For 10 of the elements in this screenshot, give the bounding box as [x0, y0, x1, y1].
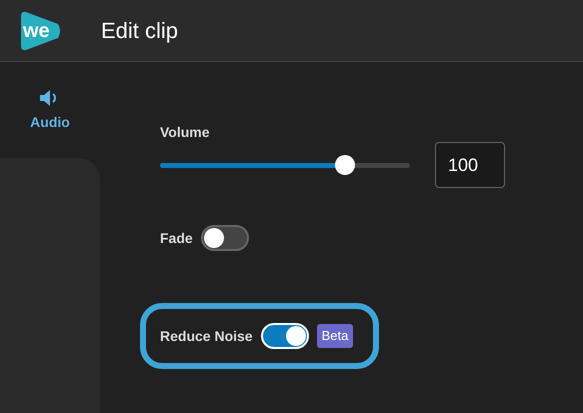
logo: we [20, 10, 62, 52]
toggle-label: Reduce Noise [160, 326, 253, 346]
volume-label: Volume [160, 123, 211, 142]
sidebar-tab[interactable]: Audio [0, 88, 100, 133]
volume-input[interactable]: 100 [435, 142, 505, 188]
beta-badge: Beta [316, 324, 354, 348]
toggle-label: Fade [160, 228, 193, 248]
volume-slider[interactable] [160, 155, 410, 175]
window-title: Edit clip [101, 17, 178, 45]
toggle-switch[interactable] [200, 225, 249, 251]
